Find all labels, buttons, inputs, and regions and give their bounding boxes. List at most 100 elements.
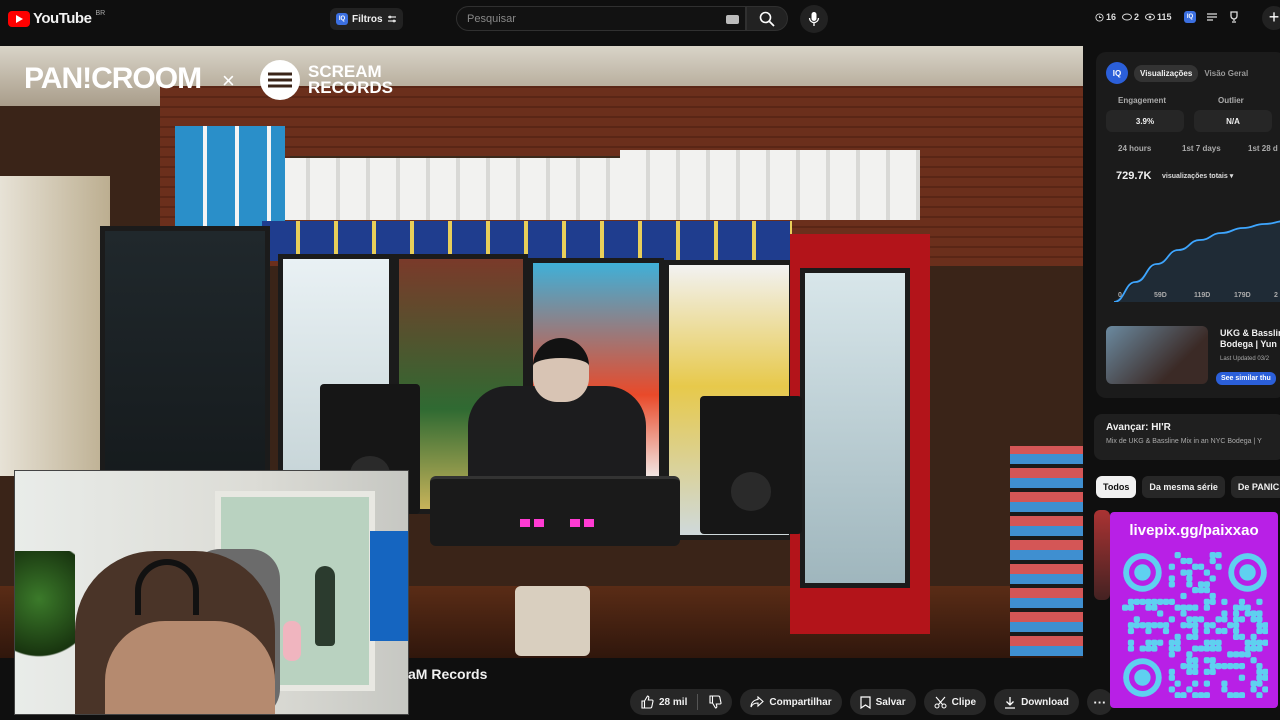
webcam-streamer-shoulder xyxy=(105,621,275,714)
webcam-headset xyxy=(135,559,199,615)
collab-x-mark: × xyxy=(222,68,235,93)
scene-right-shelves xyxy=(1010,446,1083,656)
x-tick-3: 179D xyxy=(1234,292,1251,299)
dislike-button[interactable] xyxy=(698,695,732,709)
chip-same-series[interactable]: Da mesma série xyxy=(1142,476,1225,498)
youtube-logo[interactable]: YouTube BR xyxy=(8,10,105,27)
webcam-child xyxy=(283,621,301,661)
x-tick-1: 59D xyxy=(1154,292,1167,299)
top-bar: YouTube BR IQ Filtros Pesquisar 16 2 115… xyxy=(0,0,1280,38)
up-next-card[interactable]: Avançar: HI'R Mix de UKG & Bassline Mix … xyxy=(1094,414,1280,460)
extension-iq-icon: IQ xyxy=(336,13,348,25)
streamer-webcam-overlay xyxy=(14,470,409,715)
stat-clock-value: 16 xyxy=(1106,12,1117,22)
outlier-label: Outlier xyxy=(1218,96,1244,105)
logo-country-code: BR xyxy=(95,10,106,17)
qr-finder-pattern xyxy=(1123,553,1162,592)
analytics-panel: IQ Visualizações Visão Geral Engagement … xyxy=(1096,52,1280,398)
x-tick-2: 119D xyxy=(1194,292,1211,299)
eye-icon xyxy=(1145,13,1156,21)
list-icon[interactable] xyxy=(1206,12,1218,22)
extension-stats: 16 2 115 xyxy=(1095,12,1172,22)
engagement-value: 3.9% xyxy=(1106,110,1184,132)
livepix-url: livepix.gg/paixxao xyxy=(1129,522,1259,539)
webcam-tv xyxy=(370,531,408,641)
scissors-icon xyxy=(934,696,947,708)
like-count: 28 mil xyxy=(659,696,688,708)
more-actions-button[interactable]: ··· xyxy=(1086,689,1113,715)
keyboard-icon[interactable] xyxy=(726,15,739,24)
related-video-thumbnail[interactable] xyxy=(1106,326,1208,384)
stat-hidden-value: 2 xyxy=(1134,12,1140,22)
scene-left-store xyxy=(0,176,110,476)
video-actions: 28 mil Compartilhar Salvar Clipe Downloa… xyxy=(630,689,1113,715)
filter-chips: Todos Da mesma série De PANIC xyxy=(1096,476,1280,498)
download-icon xyxy=(1005,696,1016,709)
views-metric-label: visualizações totais xyxy=(1162,173,1228,180)
microphone-icon xyxy=(808,12,820,26)
bookmark-icon xyxy=(859,695,871,709)
panicroom-logo: PAN!CROOM xyxy=(24,62,202,95)
analytics-tabs: IQ Visualizações Visão Geral xyxy=(1106,62,1248,84)
voice-search-button[interactable] xyxy=(800,5,828,33)
outlier-value: N/A xyxy=(1194,110,1272,132)
logo-text: YouTube xyxy=(33,10,92,27)
related-video-title[interactable]: UKG & Bassline Bodega | Yun xyxy=(1220,328,1280,350)
scream-records-logo: SCREAM RECORDS xyxy=(258,58,393,102)
webcam-plant xyxy=(15,551,75,671)
trophy-icon[interactable] xyxy=(1228,11,1240,23)
save-button[interactable]: Salvar xyxy=(849,689,916,715)
search-button[interactable] xyxy=(746,6,788,31)
scene-speaker-right xyxy=(700,396,802,534)
qr-finder-pattern xyxy=(1123,658,1162,697)
scene-fridge-5 xyxy=(800,268,910,588)
up-next-label: Avançar: HI'R xyxy=(1106,422,1171,433)
create-button[interactable]: + xyxy=(1262,6,1280,30)
clip-button[interactable]: Clipe xyxy=(923,689,987,715)
views-metric-selector[interactable]: visualizações totais ▾ xyxy=(1162,172,1233,180)
extension-toolbar: IQ xyxy=(1184,11,1240,23)
extension-iq-icon[interactable]: IQ xyxy=(1184,11,1196,23)
stat-eye-value: 115 xyxy=(1157,12,1172,22)
scene-dj-head xyxy=(533,338,589,402)
filter-button[interactable]: IQ Filtros xyxy=(330,8,403,30)
recommended-thumbnail[interactable] xyxy=(1094,510,1110,600)
engagement-label: Engagement xyxy=(1118,96,1167,105)
sliders-icon xyxy=(387,15,396,23)
vidiq-logo-icon: IQ xyxy=(1106,62,1128,84)
search-icon xyxy=(759,11,775,27)
chip-from-channel[interactable]: De PANIC xyxy=(1230,476,1280,498)
search-input[interactable]: Pesquisar xyxy=(456,6,746,31)
range-7d[interactable]: 1st 7 days xyxy=(1182,144,1221,153)
scene-dj-controller xyxy=(430,476,680,546)
clip-label: Clipe xyxy=(951,696,977,708)
youtube-play-icon xyxy=(8,10,30,27)
thumbs-up-icon xyxy=(641,695,654,709)
video-title: aM Records xyxy=(408,666,488,682)
share-icon xyxy=(750,696,765,708)
livepix-qr-overlay: livepix.gg/paixxao xyxy=(1110,512,1278,708)
download-button[interactable]: Download xyxy=(994,689,1079,715)
scene-paper-towels xyxy=(280,158,620,220)
clock-icon xyxy=(1095,12,1104,22)
qr-finder-pattern xyxy=(1228,553,1267,592)
eye-hidden-icon xyxy=(1122,13,1133,21)
download-label: Download xyxy=(1021,696,1069,708)
range-28d[interactable]: 1st 28 d xyxy=(1248,144,1278,153)
x-tick-4: 2 xyxy=(1274,292,1278,299)
range-24h[interactable]: 24 hours xyxy=(1118,144,1151,153)
scream-records-icon xyxy=(260,60,300,100)
views-area xyxy=(1114,221,1280,302)
chip-all[interactable]: Todos xyxy=(1096,476,1137,498)
like-dislike-group: 28 mil xyxy=(630,689,733,715)
more-dots-icon: ··· xyxy=(1093,694,1107,710)
share-button[interactable]: Compartilhar xyxy=(740,689,842,715)
webcam-background-person xyxy=(315,566,335,646)
tab-overview[interactable]: Visão Geral xyxy=(1204,69,1248,78)
stat-clock: 16 xyxy=(1095,12,1116,22)
scene-dj-legs xyxy=(515,586,590,656)
see-similar-button[interactable]: See similar thu xyxy=(1216,372,1276,385)
thumbs-down-icon xyxy=(709,695,722,709)
tab-views[interactable]: Visualizações xyxy=(1134,64,1199,82)
like-button[interactable]: 28 mil xyxy=(630,695,697,709)
